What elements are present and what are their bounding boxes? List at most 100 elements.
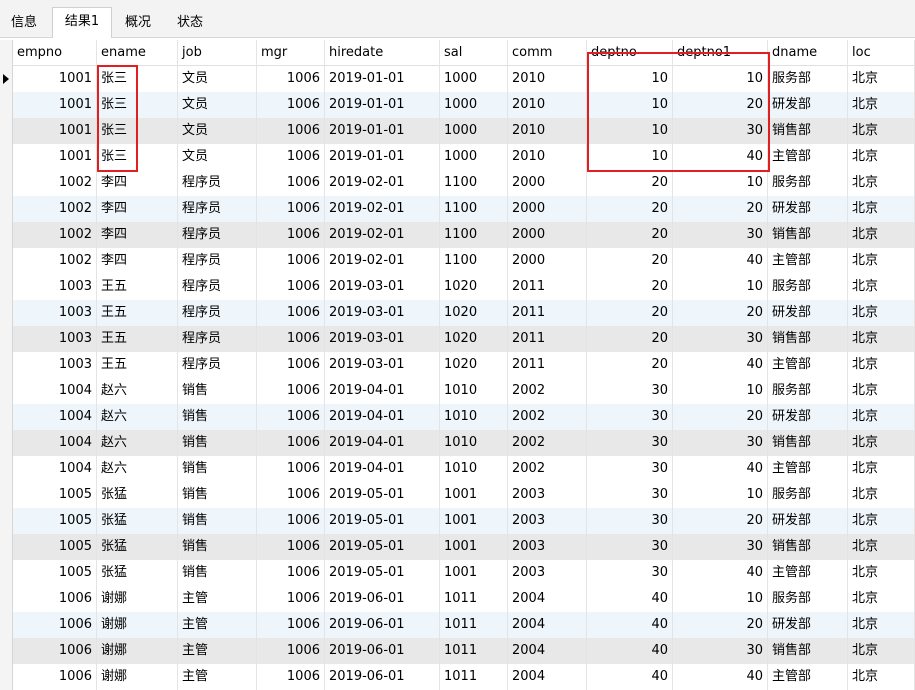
row-indicator[interactable] <box>0 456 13 482</box>
table-row[interactable]: 1005 张猛 销售 1006 2019-05-01 1001 2003 30 20 研发部 北京 <box>0 508 915 534</box>
cell-mgr[interactable]: 1006 <box>257 430 325 456</box>
cell-job[interactable]: 文员 <box>178 92 257 118</box>
cell-ename[interactable]: 谢娜 <box>97 638 178 664</box>
cell-hiredate[interactable]: 2019-02-01 <box>325 170 440 196</box>
table-row[interactable]: 1001 张三 文员 1006 2019-01-01 1000 2010 10 20 研发部 北京 <box>0 92 915 118</box>
cell-empno[interactable]: 1006 <box>13 664 97 690</box>
cell-deptno[interactable]: 40 <box>587 586 673 612</box>
cell-ename[interactable]: 赵六 <box>97 456 178 482</box>
cell-loc[interactable]: 北京 <box>848 586 915 612</box>
cell-loc[interactable]: 北京 <box>848 144 915 170</box>
cell-empno[interactable]: 1003 <box>13 300 97 326</box>
cell-loc[interactable]: 北京 <box>848 248 915 274</box>
cell-mgr[interactable]: 1006 <box>257 378 325 404</box>
cell-sal[interactable]: 1010 <box>440 430 508 456</box>
cell-deptno1[interactable]: 40 <box>673 664 768 690</box>
cell-job[interactable]: 销售 <box>178 560 257 586</box>
cell-ename[interactable]: 张猛 <box>97 508 178 534</box>
cell-dname[interactable]: 研发部 <box>768 92 848 118</box>
cell-sal[interactable]: 1001 <box>440 482 508 508</box>
row-indicator[interactable] <box>0 378 13 404</box>
cell-dname[interactable]: 研发部 <box>768 196 848 222</box>
cell-comm[interactable]: 2004 <box>508 612 587 638</box>
cell-empno[interactable]: 1005 <box>13 560 97 586</box>
cell-sal[interactable]: 1011 <box>440 638 508 664</box>
cell-deptno[interactable]: 30 <box>587 534 673 560</box>
cell-ename[interactable]: 李四 <box>97 196 178 222</box>
column-header-deptno[interactable]: deptno <box>587 40 673 66</box>
row-indicator[interactable] <box>0 352 13 378</box>
cell-job[interactable]: 主管 <box>178 612 257 638</box>
row-indicator[interactable] <box>0 638 13 664</box>
cell-ename[interactable]: 谢娜 <box>97 586 178 612</box>
cell-ename[interactable]: 张三 <box>97 144 178 170</box>
cell-loc[interactable]: 北京 <box>848 430 915 456</box>
row-indicator[interactable] <box>0 66 13 92</box>
table-row[interactable]: 1001 张三 文员 1006 2019-01-01 1000 2010 10 40 主管部 北京 <box>0 144 915 170</box>
cell-mgr[interactable]: 1006 <box>257 482 325 508</box>
cell-empno[interactable]: 1006 <box>13 612 97 638</box>
row-indicator[interactable] <box>0 612 13 638</box>
cell-sal[interactable]: 1011 <box>440 612 508 638</box>
cell-hiredate[interactable]: 2019-05-01 <box>325 482 440 508</box>
table-row[interactable]: 1002 李四 程序员 1006 2019-02-01 1100 2000 20 30 销售部 北京 <box>0 222 915 248</box>
cell-hiredate[interactable]: 2019-03-01 <box>325 326 440 352</box>
cell-sal[interactable]: 1100 <box>440 222 508 248</box>
cell-deptno1[interactable]: 10 <box>673 482 768 508</box>
cell-sal[interactable]: 1010 <box>440 456 508 482</box>
cell-deptno1[interactable]: 10 <box>673 586 768 612</box>
cell-sal[interactable]: 1000 <box>440 144 508 170</box>
cell-empno[interactable]: 1001 <box>13 66 97 92</box>
cell-dname[interactable]: 主管部 <box>768 352 848 378</box>
table-row[interactable]: 1004 赵六 销售 1006 2019-04-01 1010 2002 30 40 主管部 北京 <box>0 456 915 482</box>
cell-job[interactable]: 销售 <box>178 456 257 482</box>
cell-job[interactable]: 主管 <box>178 638 257 664</box>
cell-empno[interactable]: 1002 <box>13 222 97 248</box>
cell-empno[interactable]: 1001 <box>13 144 97 170</box>
cell-empno[interactable]: 1004 <box>13 378 97 404</box>
cell-loc[interactable]: 北京 <box>848 352 915 378</box>
cell-job[interactable]: 程序员 <box>178 222 257 248</box>
cell-comm[interactable]: 2002 <box>508 456 587 482</box>
cell-ename[interactable]: 张三 <box>97 92 178 118</box>
cell-ename[interactable]: 赵六 <box>97 378 178 404</box>
column-header-empno[interactable]: empno <box>13 40 97 66</box>
cell-dname[interactable]: 主管部 <box>768 144 848 170</box>
cell-deptno1[interactable]: 10 <box>673 170 768 196</box>
cell-deptno1[interactable]: 20 <box>673 196 768 222</box>
cell-sal[interactable]: 1001 <box>440 560 508 586</box>
cell-empno[interactable]: 1005 <box>13 508 97 534</box>
row-indicator[interactable] <box>0 482 13 508</box>
column-header-comm[interactable]: comm <box>508 40 587 66</box>
cell-deptno1[interactable]: 30 <box>673 534 768 560</box>
cell-sal[interactable]: 1001 <box>440 508 508 534</box>
row-indicator[interactable] <box>0 196 13 222</box>
cell-deptno1[interactable]: 10 <box>673 66 768 92</box>
cell-comm[interactable]: 2011 <box>508 300 587 326</box>
cell-deptno1[interactable]: 40 <box>673 560 768 586</box>
cell-hiredate[interactable]: 2019-06-01 <box>325 664 440 690</box>
cell-loc[interactable]: 北京 <box>848 92 915 118</box>
column-header-mgr[interactable]: mgr <box>257 40 325 66</box>
cell-job[interactable]: 程序员 <box>178 196 257 222</box>
cell-mgr[interactable]: 1006 <box>257 196 325 222</box>
cell-empno[interactable]: 1005 <box>13 534 97 560</box>
cell-deptno[interactable]: 30 <box>587 404 673 430</box>
cell-ename[interactable]: 张猛 <box>97 560 178 586</box>
cell-deptno1[interactable]: 30 <box>673 430 768 456</box>
table-row[interactable]: 1006 谢娜 主管 1006 2019-06-01 1011 2004 40 10 服务部 北京 <box>0 586 915 612</box>
cell-dname[interactable]: 销售部 <box>768 326 848 352</box>
cell-dname[interactable]: 销售部 <box>768 118 848 144</box>
tab-status[interactable]: 状态 <box>166 9 214 38</box>
cell-deptno1[interactable]: 40 <box>673 248 768 274</box>
cell-comm[interactable]: 2010 <box>508 144 587 170</box>
cell-deptno[interactable]: 30 <box>587 378 673 404</box>
cell-comm[interactable]: 2000 <box>508 248 587 274</box>
cell-ename[interactable]: 李四 <box>97 222 178 248</box>
cell-hiredate[interactable]: 2019-06-01 <box>325 612 440 638</box>
cell-comm[interactable]: 2010 <box>508 92 587 118</box>
cell-hiredate[interactable]: 2019-01-01 <box>325 144 440 170</box>
cell-deptno1[interactable]: 30 <box>673 638 768 664</box>
cell-job[interactable]: 程序员 <box>178 326 257 352</box>
cell-deptno1[interactable]: 20 <box>673 612 768 638</box>
